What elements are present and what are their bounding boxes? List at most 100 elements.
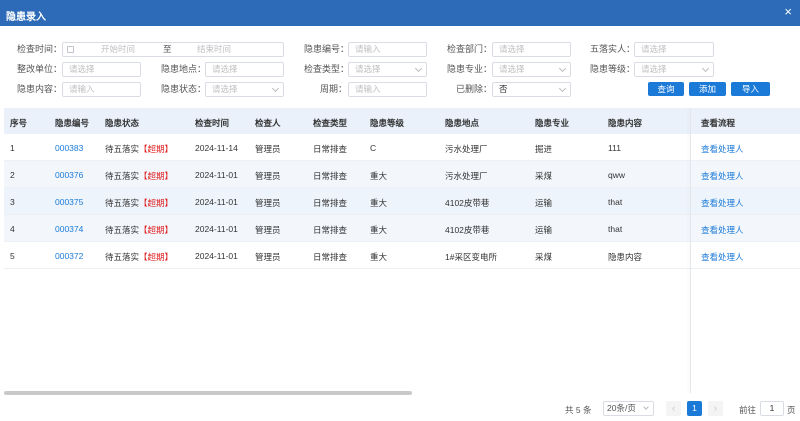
table-row: 3 000375 待五落实【超期】 2024-11-01 管理员 日常排查 重大…: [4, 188, 800, 215]
col-specialty: 隐患专业: [535, 118, 570, 128]
window-title: 隐患录入: [6, 12, 46, 23]
cell-specialty: 采煤: [535, 252, 553, 262]
level-select[interactable]: 请选择: [634, 62, 714, 77]
cell-location: 4102皮带巷: [445, 225, 490, 235]
deleted-value: 否: [499, 84, 508, 94]
hazard-no-link[interactable]: 000383: [55, 143, 83, 153]
cell-location: 1#采区变电所: [445, 252, 497, 262]
cell-status: 待五落实【超期】: [105, 224, 173, 236]
level-label: 隐患等级：: [590, 64, 636, 74]
cell-level: C: [370, 143, 377, 153]
view-handler-link[interactable]: 查看处理人: [701, 143, 744, 155]
cell-seq: 3: [10, 197, 15, 207]
hazard-no-link[interactable]: 000372: [55, 251, 83, 261]
cell-specialty: 采煤: [535, 171, 553, 181]
cell-time: 2024-11-01: [195, 224, 238, 234]
cell-location: 污水处理厂: [445, 171, 488, 181]
import-button[interactable]: 导入: [731, 82, 770, 96]
cell-time: 2024-11-01: [195, 170, 238, 180]
end-time-input[interactable]: 结束时间: [197, 43, 231, 56]
col-seq: 序号: [10, 118, 28, 128]
view-handler-link[interactable]: 查看处理人: [701, 197, 744, 209]
cell-status: 待五落实【超期】: [105, 170, 173, 182]
content-label: 隐患内容：: [17, 84, 63, 94]
view-handler-link[interactable]: 查看处理人: [701, 251, 744, 263]
goto-page-input[interactable]: 1: [760, 401, 784, 416]
table-row: 4 000374 待五落实【超期】 2024-11-01 管理员 日常排查 重大…: [4, 215, 800, 242]
check-type-select[interactable]: 请选择: [348, 62, 427, 77]
add-button[interactable]: 添加: [689, 82, 726, 96]
cell-inspector: 管理员: [255, 171, 281, 181]
horizontal-scrollbar[interactable]: [4, 391, 412, 395]
chevron-down-icon: [701, 64, 710, 73]
five-person-label: 五落实人：: [590, 44, 636, 54]
view-handler-link[interactable]: 查看处理人: [701, 224, 744, 236]
cell-level: 重大: [370, 225, 388, 235]
check-type-placeholder: 请选择: [355, 64, 381, 74]
overdue-badge: 【超期】: [139, 144, 174, 154]
five-person-select[interactable]: 请选择: [634, 42, 714, 57]
status-select[interactable]: 请选择: [205, 82, 284, 97]
dept-label: 检查部门：: [447, 44, 493, 54]
col-inspector: 检查人: [255, 118, 281, 128]
cell-level: 重大: [370, 171, 388, 181]
col-location: 隐患地点: [445, 118, 480, 128]
check-time-range[interactable]: 开始时间 至 结束时间: [62, 42, 284, 57]
hazard-no-link[interactable]: 000376: [55, 170, 83, 180]
period-label: 周期：: [320, 84, 348, 94]
table-row: 5 000372 待五落实【超期】 2024-11-01 管理员 日常排查 重大…: [4, 242, 800, 269]
view-handler-link[interactable]: 查看处理人: [701, 170, 744, 182]
content-input[interactable]: 请输入: [62, 82, 141, 97]
chevron-down-icon: [271, 84, 280, 93]
specialty-select[interactable]: 请选择: [492, 62, 571, 77]
status-text: 待五落实: [105, 144, 140, 154]
cell-inspector: 管理员: [255, 198, 281, 208]
deleted-select[interactable]: 否: [492, 82, 571, 97]
cell-seq: 4: [10, 224, 15, 234]
hazard-no-label: 隐患编号：: [304, 44, 350, 54]
col-check-type: 检查类型: [313, 118, 348, 128]
cell-seq: 2: [10, 170, 15, 180]
cell-status: 待五落实【超期】: [105, 143, 173, 155]
status-placeholder: 请选择: [212, 84, 238, 94]
status-text: 待五落实: [105, 171, 140, 181]
dept-select[interactable]: 请选择: [492, 42, 571, 57]
table-row: 1 000383 待五落实【超期】 2024-11-14 管理员 日常排查 C …: [4, 134, 800, 161]
close-icon[interactable]: ×: [784, 5, 792, 18]
goto-label: 前往: [739, 405, 757, 415]
status-text: 待五落实: [105, 252, 140, 262]
col-check-time: 检查时间: [195, 118, 230, 128]
page-size-select[interactable]: 20条/页: [603, 401, 654, 416]
goto-suffix: 页: [787, 405, 796, 415]
cell-content: that: [608, 197, 623, 207]
hazard-no-link[interactable]: 000375: [55, 197, 83, 207]
table-row: 2 000376 待五落实【超期】 2024-11-01 管理员 日常排查 重大…: [4, 161, 800, 188]
cell-time: 2024-11-01: [195, 251, 238, 261]
prev-page-button[interactable]: ‹: [666, 401, 681, 416]
specialty-label: 隐患专业：: [447, 64, 493, 74]
deleted-label: 已删除：: [456, 84, 493, 94]
cell-content: 隐患内容: [608, 252, 643, 262]
location-select[interactable]: 请选择: [205, 62, 284, 77]
cell-specialty: 掘进: [535, 144, 553, 154]
query-button[interactable]: 查询: [648, 82, 684, 96]
cell-type: 日常排查: [313, 225, 348, 235]
start-time-input[interactable]: 开始时间: [101, 43, 135, 56]
rect-unit-select[interactable]: 请选择: [62, 62, 141, 77]
check-time-label: 检查时间：: [17, 44, 63, 54]
total-count: 共 5 条: [565, 405, 592, 415]
next-page-button[interactable]: ›: [708, 401, 723, 416]
cell-type: 日常排查: [313, 144, 348, 154]
status-label: 隐患状态：: [161, 84, 207, 94]
cell-inspector: 管理员: [255, 252, 281, 262]
hazard-no-link[interactable]: 000374: [55, 224, 83, 234]
page-1-button[interactable]: 1: [687, 401, 702, 416]
period-input[interactable]: 请输入: [348, 82, 427, 97]
cell-type: 日常排查: [313, 198, 348, 208]
hazard-no-input[interactable]: 请输入: [348, 42, 427, 57]
cell-status: 待五落实【超期】: [105, 251, 173, 263]
cell-time: 2024-11-01: [195, 197, 238, 207]
col-content: 隐患内容: [608, 118, 643, 128]
location-label: 隐患地点：: [161, 64, 207, 74]
cell-type: 日常排查: [313, 171, 348, 181]
